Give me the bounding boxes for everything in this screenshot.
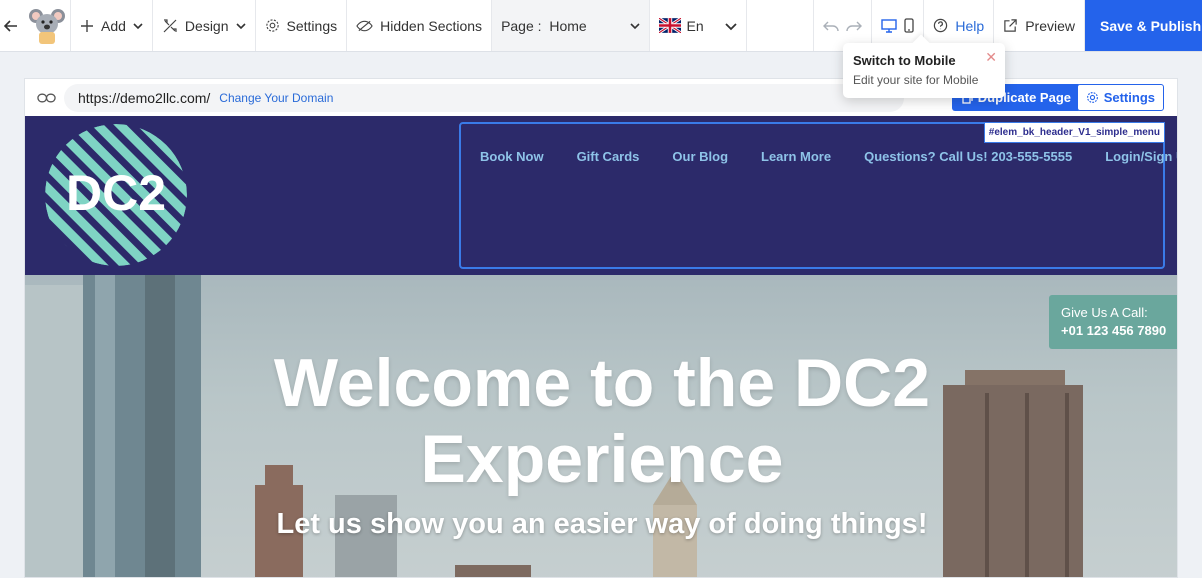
settings-menu[interactable]: Settings: [256, 0, 348, 51]
settings-label: Settings: [286, 17, 338, 34]
hero-title-line-1: Welcome to the DC2: [273, 345, 931, 421]
back-button[interactable]: [0, 0, 24, 51]
page-name: Home: [549, 17, 587, 34]
preview-label: Preview: [1025, 17, 1075, 34]
uk-flag-icon: [659, 18, 682, 33]
nav-book-now[interactable]: Book Now: [480, 149, 544, 164]
add-label: Add: [101, 17, 126, 34]
switch-to-mobile-tooltip: Switch to Mobile Edit your site for Mobi…: [843, 43, 1005, 98]
hidden-sections-label: Hidden Sections: [380, 17, 483, 34]
hero-title-line-2: Experience: [420, 421, 784, 497]
nav-learn-more[interactable]: Learn More: [761, 149, 831, 164]
toolbar-spacer: [747, 0, 815, 51]
domain-url: https://demo2llc.com/: [78, 89, 211, 106]
nav-our-blog[interactable]: Our Blog: [672, 149, 728, 164]
gear-icon: [1086, 92, 1098, 103]
brand-text: DC2: [66, 165, 166, 221]
hero-title: Welcome to the DC2 Experience: [25, 345, 1177, 497]
redo-icon[interactable]: [846, 19, 863, 33]
header-menu-selection[interactable]: #elem_bk_header_V1_simple_menu Book Now …: [459, 122, 1177, 269]
page-prefix: Page :: [501, 17, 542, 34]
dc2-logo-icon: DC2: [45, 124, 187, 266]
gear-icon: [265, 19, 279, 32]
link-icon: [37, 93, 56, 102]
language-label: En: [686, 17, 704, 34]
brand-logo[interactable]: DC2: [45, 124, 187, 266]
element-id-tag: #elem_bk_header_V1_simple_menu: [983, 122, 1165, 143]
call-us-badge[interactable]: Give Us A Call: +01 123 456 7890: [1049, 295, 1177, 349]
close-icon[interactable]: ✕: [985, 49, 997, 66]
hero-section[interactable]: Welcome to the DC2 Experience Let us show…: [25, 275, 1177, 577]
plus-icon: [81, 19, 93, 32]
app-logo[interactable]: [24, 0, 71, 51]
nav-call-us[interactable]: Questions? Call Us! 203-555-5555: [864, 149, 1072, 164]
editor-toolbar: Add Design Settings Hidden Sections Page…: [0, 0, 1202, 52]
preview-button[interactable]: Preview: [994, 0, 1085, 51]
design-menu[interactable]: Design: [153, 0, 256, 51]
site-canvas: https://demo2llc.com/ Change Your Domain…: [24, 78, 1178, 578]
desktop-icon[interactable]: [881, 18, 898, 33]
chevron-down-icon: [725, 22, 737, 30]
question-circle-icon: [934, 18, 948, 33]
tooltip-subtitle: Edit your site for Mobile: [853, 73, 979, 87]
save-publish-button[interactable]: Save & Publish: [1085, 0, 1202, 51]
call-number: +01 123 456 7890: [1061, 323, 1167, 338]
koala-logo-icon: [29, 8, 65, 44]
mobile-icon[interactable]: [904, 18, 915, 33]
chevron-down-icon: [133, 22, 143, 29]
eye-slash-icon: [356, 20, 373, 31]
page-settings-label: Settings: [1103, 90, 1155, 105]
page-select-value: Page : Home: [501, 18, 587, 34]
tooltip-title: Switch to Mobile: [853, 53, 956, 68]
arrow-left-icon: [3, 19, 17, 32]
site-header[interactable]: DC2 #elem_bk_header_V1_simple_menu Book …: [25, 116, 1177, 275]
design-tools-icon: [163, 18, 177, 32]
publish-label: Save & Publish: [1100, 17, 1202, 34]
nav-gift-cards[interactable]: Gift Cards: [577, 149, 640, 164]
design-label: Design: [184, 17, 229, 34]
hidden-sections-button[interactable]: Hidden Sections: [347, 0, 493, 51]
site-nav: Book Now Gift Cards Our Blog Learn More …: [480, 149, 1177, 164]
add-menu[interactable]: Add: [71, 0, 153, 51]
change-domain-link[interactable]: Change Your Domain: [219, 91, 333, 105]
language-select[interactable]: En: [650, 0, 748, 51]
chevron-down-icon: [235, 22, 246, 29]
chevron-down-icon: [630, 22, 640, 29]
domain-field[interactable]: https://demo2llc.com/ Change Your Domain: [64, 83, 904, 112]
undo-icon[interactable]: [823, 19, 840, 33]
page-settings-button[interactable]: Settings: [1076, 84, 1164, 111]
external-link-icon: [1004, 19, 1017, 32]
page-select[interactable]: Page : Home: [492, 0, 651, 51]
hero-subtitle: Let us show you an easier way of doing t…: [276, 508, 928, 540]
call-label: Give Us A Call:: [1061, 305, 1148, 320]
help-label: Help: [955, 17, 985, 34]
nav-login-signup[interactable]: Login/Sign Up: [1105, 149, 1177, 164]
